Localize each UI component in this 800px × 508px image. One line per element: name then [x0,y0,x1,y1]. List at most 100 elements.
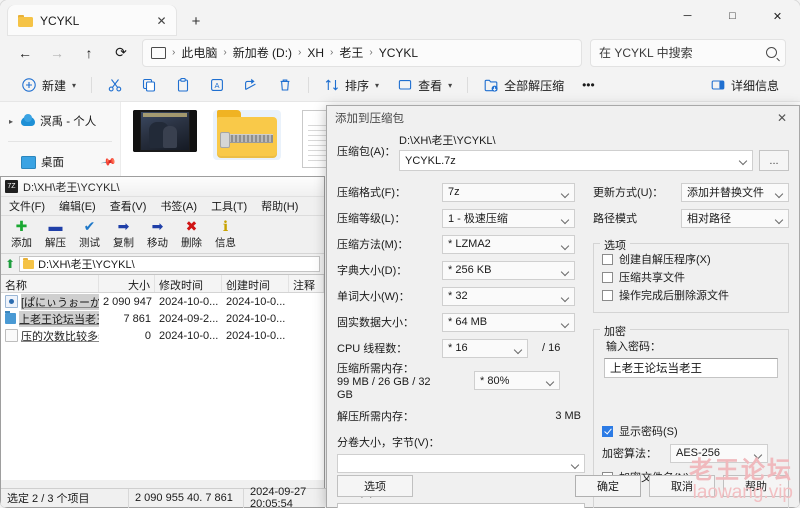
cancel-button[interactable]: 取消 [649,475,715,497]
menu-item-edit[interactable]: 编辑(E) [59,198,96,214]
maximize-icon[interactable]: □ [710,0,755,32]
chevron-right-icon[interactable]: ▸ [6,117,16,126]
toolbar-button-extract[interactable]: ▬ 解压 [39,217,72,253]
explorer-tab[interactable]: YCYKL ✕ [8,5,176,36]
checkbox-icon[interactable] [602,289,613,301]
breadcrumb-item-3[interactable]: 老王 [335,43,367,62]
copy-button[interactable] [132,72,166,98]
menu-item-bookmark[interactable]: 书签(A) [160,198,197,214]
search-input[interactable]: 在 YCYKL 中搜索 [590,38,786,67]
archive-format-select[interactable]: 7z [442,182,575,202]
cell-modified: 2024-10-0... [159,329,219,342]
checkbox-icon[interactable] [602,271,613,283]
sidebar-item-onedrive[interactable]: ▸ 溟禹 - 个人 [0,108,120,134]
checkbox-label: 操作完成后删除源文件 [619,290,729,302]
rename-button[interactable]: A [200,72,234,98]
table-row[interactable]: 上老王论坛当老王... 7 861 2024-09-2... 2024-10-0… [1,310,324,327]
menu-item-tools[interactable]: 工具(T) [211,198,247,214]
path-mode-select[interactable]: 相对路径 [681,208,789,228]
column-header-size[interactable]: 大小 [99,275,155,292]
breadcrumb-item-0[interactable]: 此电脑 [177,43,221,62]
sevenzip-file-list[interactable]: 名称 大小 修改时间 创建时间 注释 [ぱにぃうぉーか... 2 090 947… [1,274,324,480]
breadcrumb-item-1[interactable]: 新加卷 (D:) [229,43,296,62]
column-header-modified[interactable]: 修改时间 [155,275,222,292]
toolbar-button-copy[interactable]: ➡ 复制 [107,217,140,253]
memory-usage-select[interactable]: * 80% [474,371,560,390]
share-button[interactable] [234,72,268,98]
checkbox-show-password[interactable]: 显示密码(S) [602,422,780,440]
ok-button[interactable]: 确定 [575,475,641,497]
sevenzip-path-input[interactable]: D:\XH\老王\YCYKL\ [19,256,320,272]
menu-item-help[interactable]: 帮助(H) [261,198,298,214]
refresh-button[interactable]: ⟳ [106,39,136,67]
new-button[interactable]: 新建 ▾ [12,72,85,98]
details-button[interactable]: 详细信息 [701,72,788,98]
view-button[interactable]: 查看 ▾ [388,72,461,98]
password-input[interactable]: 上老王论坛当老王 [604,358,778,378]
compression-level-select[interactable]: 1 - 极速压缩 [442,208,575,228]
dialog-footer: 确定 取消 帮助 [575,475,789,497]
menu-item-view[interactable]: 查看(V) [110,198,147,214]
details-pane-icon [710,77,726,93]
memory-compress-row: 压缩所需内存： 99 MB / 26 GB / 32 GB * 80% [337,363,585,402]
options-button[interactable]: 选项 [337,475,413,497]
checkbox-label: 创建自解压程序(X) [619,254,711,266]
help-button[interactable]: 帮助 [723,475,789,497]
toolbar-button-delete[interactable]: ✖ 删除 [175,217,208,253]
update-mode-select[interactable]: 添加并替换文件 [681,182,789,202]
checkbox-icon[interactable] [602,253,613,265]
breadcrumb-item-4[interactable]: YCYKL [375,45,422,61]
cut-button[interactable] [98,72,132,98]
parameters-input[interactable] [337,503,585,508]
toolbar-button-test[interactable]: ✔ 测试 [73,217,106,253]
breadcrumb-item-2[interactable]: XH [303,45,328,61]
add-to-archive-dialog: 添加到压缩包 ✕ 压缩包(A)： D:\XH\老王\YCYKL\ YCYKL.7… [326,105,800,508]
extract-all-button[interactable]: 全部解压缩 [474,72,573,98]
more-button[interactable]: ••• [573,72,604,98]
encryption-algorithm-select[interactable]: AES-256 [670,443,768,463]
checkbox-icon[interactable] [602,425,613,437]
table-row[interactable]: 压的次数比较多老... 0 2024-10-0... 2024-10-0... [1,327,324,344]
sort-button[interactable]: 排序 ▾ [315,72,388,98]
file-thumbnail-zip-folder[interactable] [213,110,281,160]
memory-extract-value: 3 MB [555,410,581,422]
table-row[interactable]: [ぱにぃうぉーか... 2 090 947 ... 2024-10-0... 2… [1,293,324,310]
back-button[interactable]: ← [10,39,40,67]
column-header-name[interactable]: 名称 [1,275,99,292]
column-header-created[interactable]: 创建时间 [222,275,289,292]
column-header-note[interactable]: 注释 [289,275,324,292]
zipped-folder-icon [215,110,279,160]
toolbar-button-add[interactable]: ✚ 添加 [5,217,38,253]
breadcrumb[interactable]: › 此电脑 › 新加卷 (D:) › XH › 老王 › YCYKL [142,38,582,67]
pin-icon[interactable]: 📌 [100,154,117,170]
arrow-right-icon: ➡ [117,217,130,234]
browse-button[interactable]: ... [759,150,789,171]
new-tab-button[interactable]: + [185,10,207,32]
sidebar-item-desktop[interactable]: 桌面 📌 [0,149,120,175]
split-size-input[interactable] [337,454,585,473]
forward-button[interactable]: → [42,39,72,67]
checkbox-compress-shared[interactable]: 压缩共享文件 [602,268,780,286]
solid-block-size-select[interactable]: * 64 MB [442,312,575,332]
delete-button[interactable] [268,72,302,98]
file-thumbnail-video[interactable] [131,110,199,152]
field-dictionary-size: 字典大小(D)： * 256 KB [337,259,585,281]
archive-name-input[interactable]: YCYKL.7z [399,150,753,171]
close-icon[interactable]: ✕ [153,12,170,29]
minimize-icon[interactable]: ─ [665,0,710,32]
video-file-icon [5,295,18,308]
close-window-icon[interactable]: ✕ [755,0,800,32]
cpu-threads-select[interactable]: * 16 [442,338,528,358]
toolbar-button-move[interactable]: ➡ 移动 [141,217,174,253]
paste-button[interactable] [166,72,200,98]
up-button[interactable]: ↑ [74,39,104,67]
checkbox-delete-after[interactable]: 操作完成后删除源文件 [602,286,780,304]
menu-item-file[interactable]: 文件(F) [9,198,45,214]
dictionary-size-select[interactable]: * 256 KB [442,260,575,280]
up-folder-icon[interactable]: ⬆ [5,257,15,271]
toolbar-button-info[interactable]: ℹ 信息 [209,217,242,253]
compression-method-select[interactable]: * LZMA2 [442,234,575,254]
field-label: 压缩格式(F)： [337,187,407,199]
word-size-select[interactable]: * 32 [442,286,575,306]
close-icon[interactable]: ✕ [765,106,799,130]
